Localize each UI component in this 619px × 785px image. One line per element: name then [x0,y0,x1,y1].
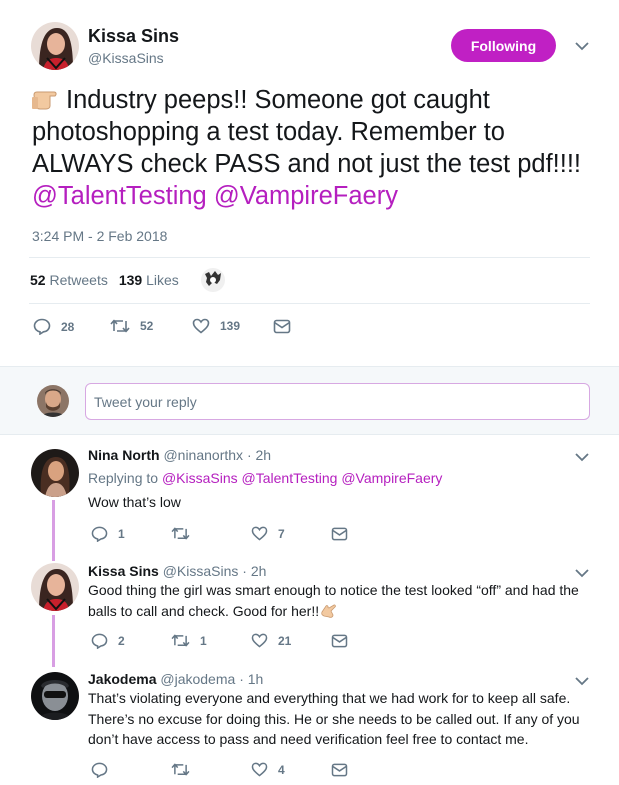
reply-count: 1 [118,527,125,541]
reply-count: 2 [118,634,125,648]
like-count: 4 [278,762,285,777]
reply-author-name: Jakodema [88,671,157,687]
envelope-icon [331,527,348,541]
heart-icon [251,762,268,777]
call-me-hand-emoji-icon [321,604,336,618]
author-avatar[interactable] [31,22,79,70]
chevron-down-icon[interactable] [575,676,589,686]
envelope-icon [273,319,291,334]
reply-time: · 1h [239,671,264,687]
like-action[interactable]: 4 [251,762,285,777]
envelope-icon [331,634,348,648]
retweet-count: 1 [200,633,207,648]
direct-message-action[interactable] [331,527,348,541]
reply-author-handle: @KissaSins [162,563,239,579]
reply-text: Good thing the girl was smart enough to … [88,582,579,619]
direct-message-action[interactable] [331,763,348,777]
retweet-action[interactable]: 1 [171,633,207,648]
reply-author[interactable]: Jakodema @jakodema · 1h [88,671,263,687]
reply-author-name: Kissa Sins [88,563,159,579]
direct-message-action[interactable] [331,634,348,648]
thread-connector [52,500,55,561]
chevron-down-icon[interactable] [575,41,589,51]
tweet-text: Industry peeps!! Someone got caught phot… [32,84,592,212]
reply-text: Wow that’s low [88,494,181,510]
heart-icon [251,526,268,541]
reply-tweet: Kissa Sins @KissaSins · 2h Good thing th… [0,555,619,660]
reply-time: · 2h [242,563,267,579]
reply-author-name: Nina North [88,447,160,463]
heart-icon [251,633,268,648]
chevron-down-icon[interactable] [575,568,589,578]
direct-message-action[interactable] [273,319,291,334]
chevron-down-icon[interactable] [575,452,589,462]
retweet-count: 52 [140,319,154,333]
reply-composer [0,366,619,435]
like-count: 7 [278,526,285,541]
reply-action[interactable]: 28 [33,318,74,335]
reply-time: · 2h [246,447,272,463]
tweet-body: Industry peeps!! Someone got caught phot… [32,86,581,178]
reply-avatar[interactable] [31,449,79,497]
main-tweet: Kissa Sins @KissaSins Following Industry… [0,0,619,366]
current-user-avatar[interactable] [37,385,69,417]
tweet-stats: 52 Retweets 139 Likes [30,272,179,288]
reply-icon [33,318,51,335]
pointing-hand-emoji-icon [32,91,57,110]
reply-author[interactable]: Kissa Sins @KissaSins · 2h [88,563,266,579]
reply-action[interactable] [91,762,118,778]
like-count: 139 [220,319,241,333]
like-action[interactable]: 139 [192,318,240,334]
retweet-icon [171,527,190,540]
author-handle[interactable]: @KissaSins [88,50,164,66]
retweet-icon [171,634,190,647]
author-name[interactable]: Kissa Sins [88,26,179,47]
reply-avatar[interactable] [31,672,79,720]
tweet-reply-input[interactable] [85,383,590,420]
mention-link[interactable]: @TalentTesting [32,182,207,210]
like-count: 21 [278,633,292,648]
retweet-action[interactable] [171,762,200,777]
following-button[interactable]: Following [451,29,556,62]
reply-tweet: Nina North @ninanorthx · 2h Replying to … [0,436,619,554]
retweet-action[interactable] [171,526,200,541]
retweets-stat[interactable]: 52 Retweets [30,272,108,288]
reply-count: 28 [61,319,75,334]
retweet-action[interactable]: 52 [110,318,153,334]
divider [29,257,590,258]
retweet-icon [171,763,190,776]
reply-icon [91,762,108,778]
reply-author-handle: @jakodema [160,671,236,687]
reply-tweet: Jakodema @jakodema · 1h That’s violating… [0,660,619,785]
reply-icon [91,633,108,649]
liker-avatar[interactable] [201,268,225,292]
reply-author-handle: @ninanorthx [163,447,244,463]
reply-text: That’s violating everyone and everything… [88,690,580,747]
reply-action[interactable]: 2 [91,633,125,649]
reply-avatar[interactable] [31,563,79,611]
envelope-icon [331,763,348,777]
tweet-timestamp[interactable]: 3:24 PM - 2 Feb 2018 [32,228,167,244]
heart-icon [192,318,210,334]
reply-icon [91,526,108,542]
replying-to-mentions[interactable]: @KissaSins @TalentTesting @VampireFaery [162,470,442,486]
like-action[interactable]: 21 [251,633,291,648]
mention-link[interactable]: @VampireFaery [214,182,398,210]
likes-stat[interactable]: 139 Likes [119,272,179,288]
retweet-icon [110,319,130,333]
reply-author[interactable]: Nina North @ninanorthx · 2h [88,447,271,463]
reply-action[interactable]: 1 [91,526,125,542]
divider [29,303,590,304]
replying-to: Replying to @KissaSins @TalentTesting @V… [88,470,443,486]
like-action[interactable]: 7 [251,526,285,541]
